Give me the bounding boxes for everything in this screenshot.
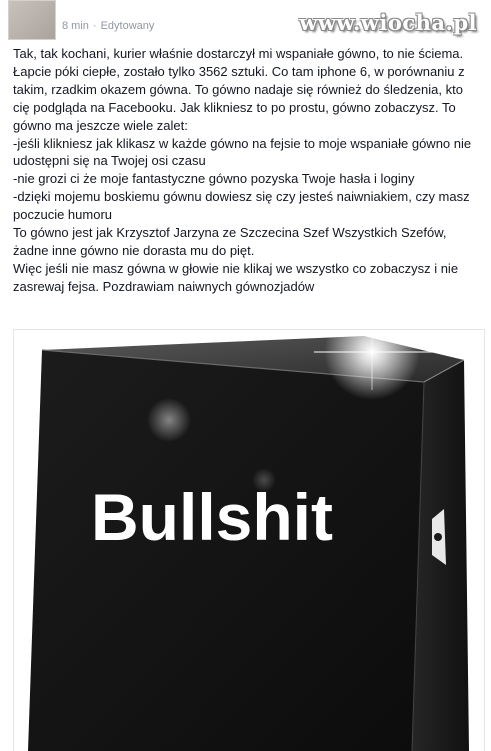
avatar[interactable] [8,0,56,40]
post-paragraph: -nie grozi ci że moje fantastyczne gówno… [13,171,415,187]
lens-flare-small [147,398,191,442]
post-paragraph: Tak, tak kochani, kurier właśnie dostarc… [13,46,465,133]
post-paragraph: -jeśli klikniesz jak klikasz w każde gów… [13,135,472,169]
meta-separator: · [92,20,97,32]
watermark: www.wiocha.pl [299,10,477,35]
post-meta: 8 min · Edytowany [62,20,154,32]
post-paragraph: Więc jeśli nie masz gówna w głowie nie k… [13,260,459,294]
bullshit-box-image: Bullshit [14,330,484,751]
edited-label[interactable]: Edytowany [101,20,155,32]
bullshit-label: Bullshit [91,480,333,554]
post-paragraph: To gówno jest jak Krzysztof Jarzyna ze S… [13,225,447,258]
post-image[interactable]: Bullshit [13,329,485,751]
post-timestamp[interactable]: 8 min [62,20,89,32]
post-paragraph: -dzięki mojemu boskiemu gównu dowiesz si… [13,189,470,223]
post-text: Tak, tak kochani, kurier właśnie dostarc… [13,45,481,296]
